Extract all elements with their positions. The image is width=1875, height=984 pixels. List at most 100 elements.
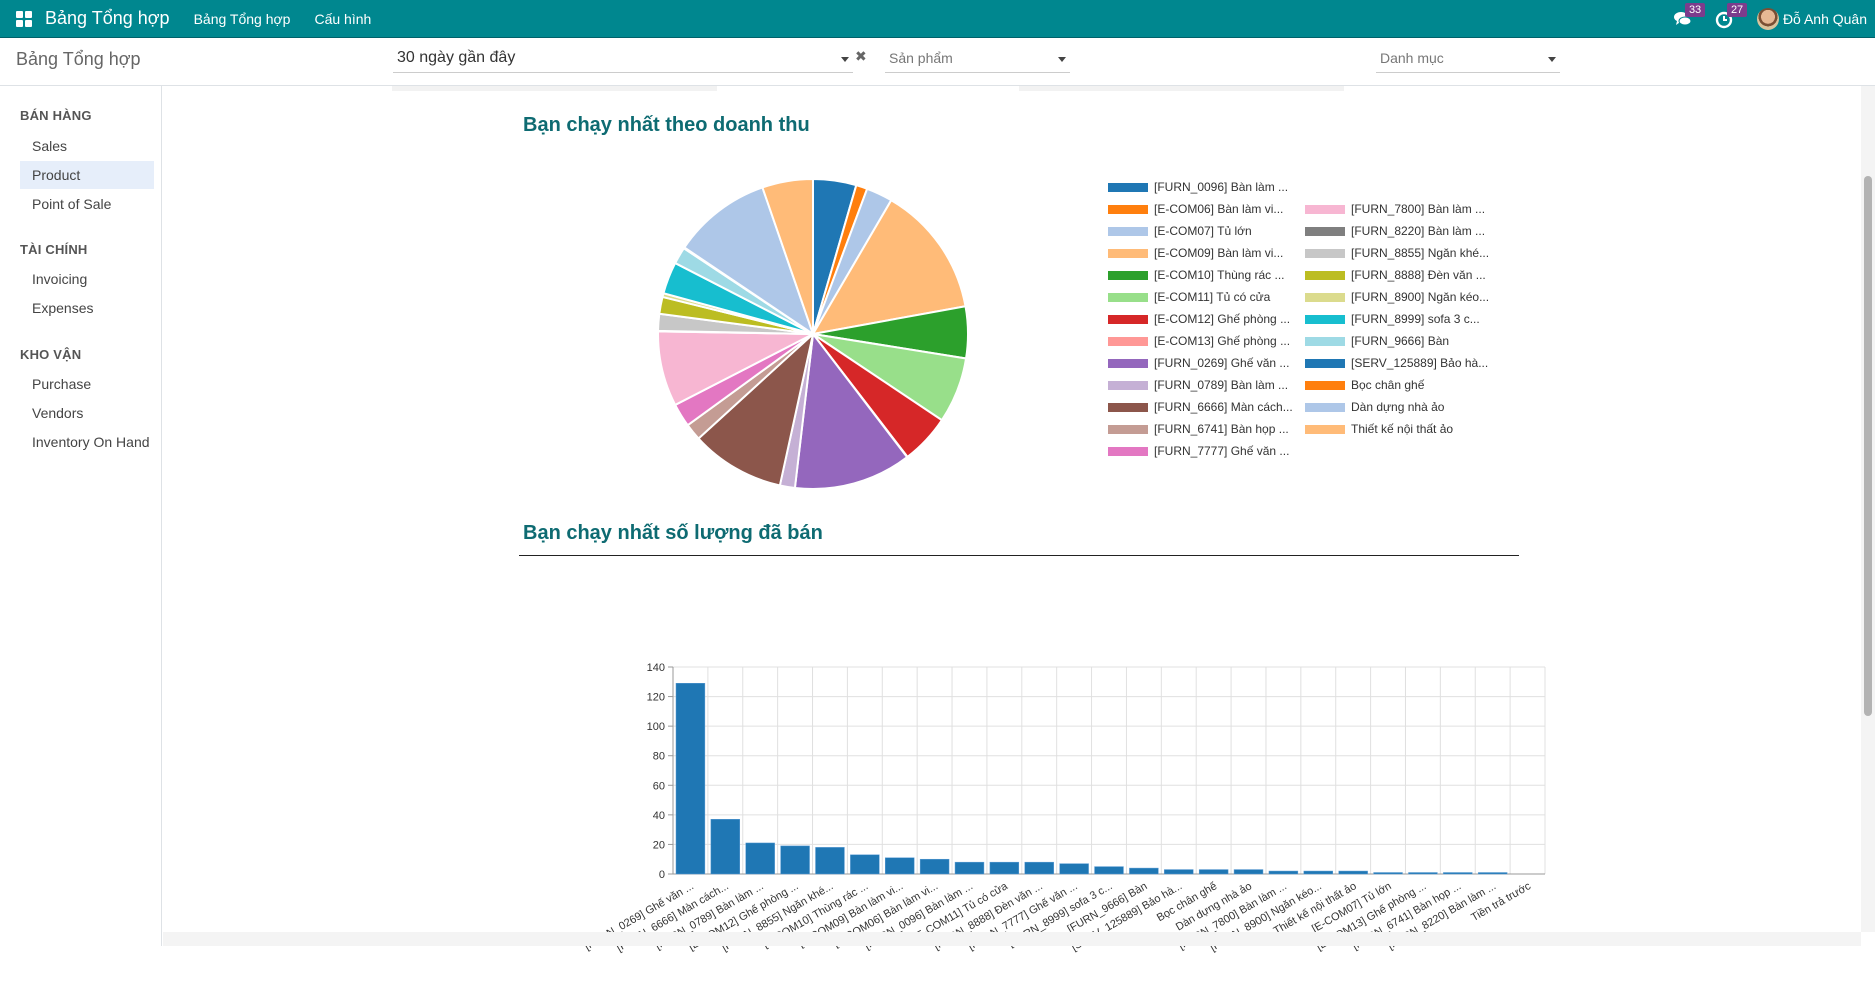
date-filter-select[interactable]: 30 ngày gần đây <box>393 45 853 73</box>
clear-filter-icon[interactable]: ✖ <box>855 48 867 65</box>
sidebar-item-vendors[interactable]: Vendors <box>20 399 154 427</box>
bar[interactable] <box>675 683 706 875</box>
chevron-down-icon <box>1058 57 1066 62</box>
legend-item[interactable]: [FURN_7800] Bàn làm ... <box>1305 202 1485 216</box>
legend-item[interactable]: [E-COM09] Bàn làm vi... <box>1108 246 1283 260</box>
legend-item[interactable]: [FURN_7777] Ghế văn ... <box>1108 444 1289 458</box>
legend-item[interactable]: [FURN_0096] Bàn làm ... <box>1108 180 1288 194</box>
legend-label: [E-COM10] Thùng rác ... <box>1154 268 1285 282</box>
card-stub <box>392 86 717 91</box>
bar[interactable] <box>1164 869 1194 875</box>
sidebar-item-purchase[interactable]: Purchase <box>20 370 154 398</box>
legend-item[interactable]: [FURN_8999] sofa 3 c... <box>1305 312 1480 326</box>
legend-item[interactable]: Thiết kế nội thất ảo <box>1305 422 1453 436</box>
legend-item[interactable]: [E-COM13] Ghế phòng ... <box>1108 334 1290 348</box>
legend-swatch <box>1305 358 1345 368</box>
legend-swatch <box>1305 270 1345 280</box>
bar[interactable] <box>710 819 741 875</box>
apps-menu-icon[interactable] <box>16 10 32 27</box>
bar[interactable] <box>954 861 985 875</box>
legend-item[interactable]: Bọc chân ghế <box>1305 378 1424 392</box>
legend-item[interactable]: [E-COM11] Tủ có cửa <box>1108 290 1270 304</box>
legend-label: [FURN_8220] Bàn làm ... <box>1351 224 1486 238</box>
sidebar-item-invoicing[interactable]: Invoicing <box>20 265 154 293</box>
bar[interactable] <box>989 861 1020 875</box>
legend-label: [E-COM12] Ghế phòng ... <box>1154 312 1291 326</box>
legend-swatch <box>1305 402 1345 412</box>
bar[interactable] <box>1233 869 1264 875</box>
legend-item[interactable]: [FURN_8900] Ngăn kéo... <box>1305 290 1489 304</box>
bar[interactable] <box>919 858 950 875</box>
bar[interactable] <box>1198 869 1229 875</box>
legend-label: [FURN_7777] Ghế văn ... <box>1154 444 1290 458</box>
bar[interactable] <box>1338 870 1368 875</box>
sidebar-item-sales[interactable]: Sales <box>20 132 154 160</box>
bar[interactable] <box>1477 872 1508 875</box>
legend-label: [FURN_6666] Màn cách... <box>1154 400 1293 414</box>
legend-item[interactable]: [FURN_6741] Bàn họp ... <box>1108 422 1289 436</box>
bar[interactable] <box>815 847 845 875</box>
legend-item[interactable]: [SERV_125889] Bảo hà... <box>1305 356 1488 370</box>
bar[interactable] <box>1094 866 1124 875</box>
page-title: Bảng Tổng hợp <box>16 49 141 69</box>
y-tick-label: 120 <box>647 692 665 704</box>
legend-label: [FURN_9666] Bàn <box>1351 334 1450 348</box>
legend-item[interactable]: [FURN_8855] Ngăn khé... <box>1305 246 1489 260</box>
legend-item[interactable]: [FURN_8888] Đèn văn ... <box>1305 268 1486 282</box>
y-tick-label: 140 <box>647 662 665 674</box>
legend-swatch <box>1108 336 1148 346</box>
legend-label: [E-COM07] Tủ lớn <box>1154 224 1252 238</box>
legend-swatch <box>1305 292 1345 302</box>
legend-item[interactable]: [FURN_6666] Màn cách... <box>1108 400 1293 414</box>
chevron-down-icon <box>841 57 849 62</box>
nav-cau-hinh[interactable]: Cấu hình <box>314 11 371 27</box>
app-brand[interactable]: Bảng Tổng hợp <box>45 8 170 29</box>
legend-item[interactable]: [E-COM10] Thùng rác ... <box>1108 268 1285 282</box>
user-menu[interactable]: Đỗ Anh Quân <box>1756 8 1867 30</box>
y-tick-label: 80 <box>653 751 665 763</box>
title-divider <box>519 555 1519 556</box>
bar[interactable] <box>850 854 880 875</box>
bar[interactable] <box>780 845 810 875</box>
y-tick-label: 40 <box>653 810 665 822</box>
messages-button[interactable]: 33 <box>1673 3 1706 29</box>
revenue-pie-chart <box>657 177 969 490</box>
activities-button[interactable]: 27 <box>1715 3 1748 29</box>
bar[interactable] <box>1443 872 1473 875</box>
legend-item[interactable]: [FURN_9666] Bàn <box>1305 334 1449 348</box>
bar[interactable] <box>1129 867 1159 875</box>
legend-item[interactable]: [E-COM07] Tủ lớn <box>1108 224 1252 238</box>
bar[interactable] <box>1408 872 1438 875</box>
sidebar-item-point-of-sale[interactable]: Point of Sale <box>20 190 154 218</box>
legend-label: [FURN_8999] sofa 3 c... <box>1351 312 1480 326</box>
bar[interactable] <box>1303 870 1333 875</box>
legend-label: Bọc chân ghế <box>1351 378 1425 392</box>
nav-bang-tong-hop[interactable]: Bảng Tổng hợp <box>194 11 291 27</box>
bar[interactable] <box>1024 861 1054 875</box>
legend-swatch <box>1305 314 1345 324</box>
legend-swatch <box>1305 248 1345 258</box>
bar[interactable] <box>1373 872 1403 875</box>
legend-swatch <box>1305 204 1345 214</box>
bar[interactable] <box>1059 863 1089 875</box>
legend-label: [E-COM13] Ghế phòng ... <box>1154 334 1291 348</box>
bar[interactable] <box>745 842 775 875</box>
category-select[interactable]: Danh mục <box>1376 45 1560 73</box>
bar[interactable] <box>1268 870 1299 875</box>
sidebar-item-product[interactable]: Product <box>20 161 154 189</box>
legend-label: [FURN_8900] Ngăn kéo... <box>1351 290 1490 304</box>
legend-item[interactable]: Dàn dựng nhà ảo <box>1305 400 1444 414</box>
legend-item[interactable]: [FURN_0269] Ghế văn ... <box>1108 356 1289 370</box>
sidebar-item-expenses[interactable]: Expenses <box>20 294 154 322</box>
legend-item[interactable]: [E-COM06] Bàn làm vi... <box>1108 202 1283 216</box>
legend-item[interactable]: [E-COM12] Ghế phòng ... <box>1108 312 1290 326</box>
legend-swatch <box>1108 226 1148 236</box>
activities-badge: 27 <box>1726 3 1748 17</box>
scrollbar-thumb[interactable] <box>1864 176 1872 716</box>
legend-label: Thiết kế nội thất ảo <box>1351 422 1454 436</box>
product-select[interactable]: Sản phẩm <box>885 45 1070 73</box>
legend-item[interactable]: [FURN_8220] Bàn làm ... <box>1305 224 1485 238</box>
sidebar-item-inventory-on-hand[interactable]: Inventory On Hand <box>20 428 154 456</box>
bar[interactable] <box>885 857 915 875</box>
legend-item[interactable]: [FURN_0789] Bàn làm ... <box>1108 378 1288 392</box>
